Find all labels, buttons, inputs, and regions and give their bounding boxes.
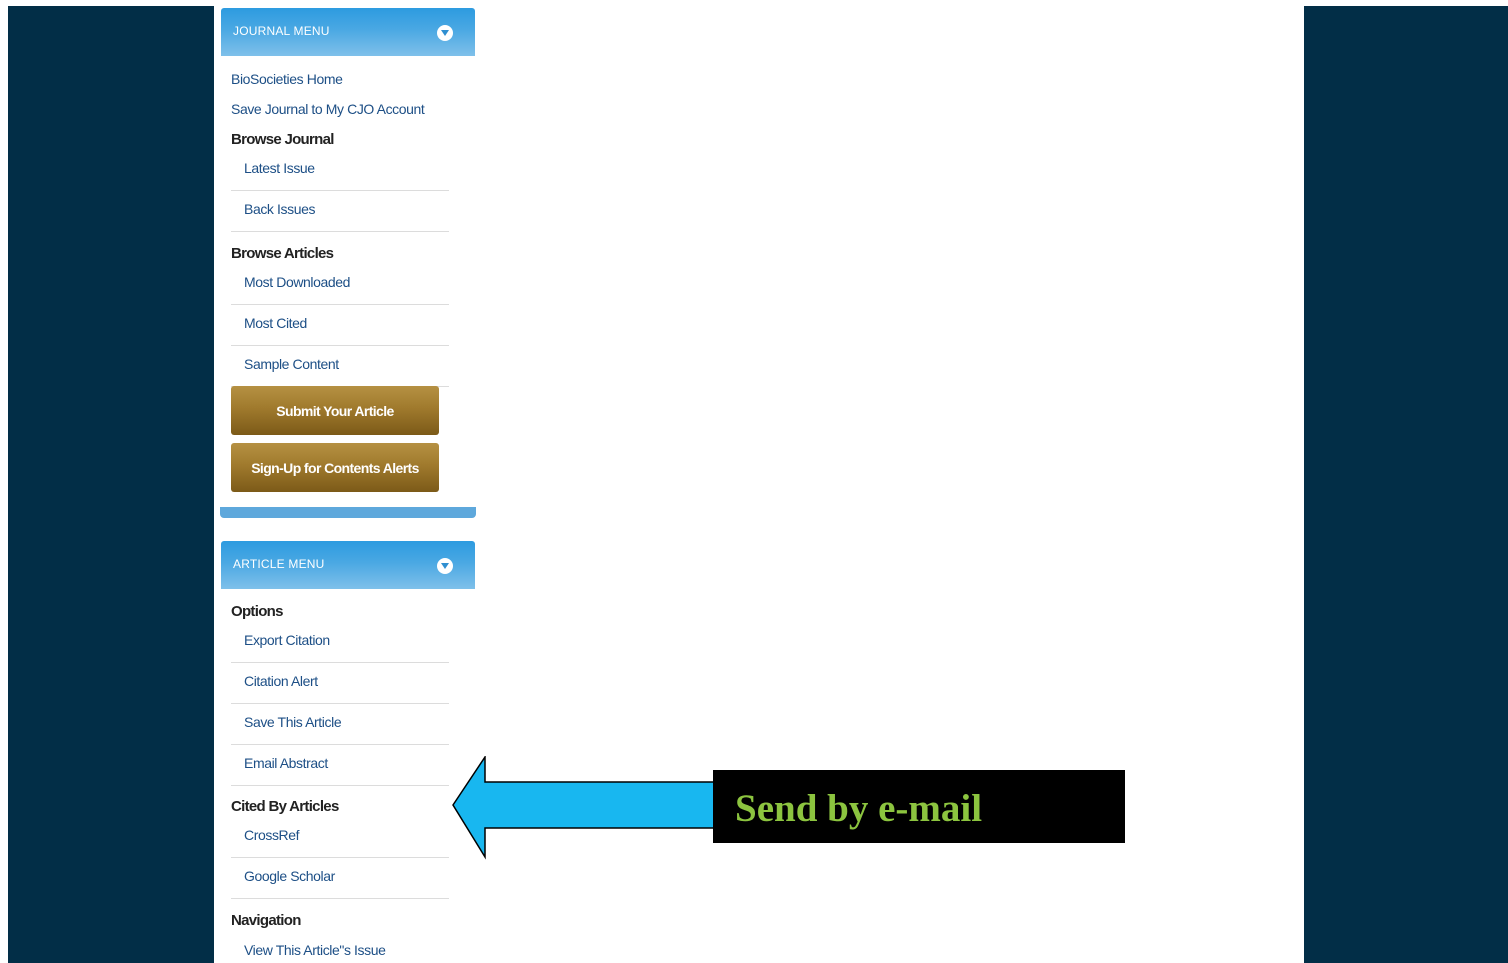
contents-alerts-button[interactable]: Sign-Up for Contents Alerts — [231, 443, 439, 492]
callout-text: Send by e-mail — [735, 787, 983, 830]
sample-content-label: Sample Content — [244, 356, 339, 372]
latest-issue-item[interactable]: Latest Issue — [231, 150, 449, 191]
send-email-callout: Send by e-mail — [713, 770, 1125, 843]
journal-menu-footer — [220, 507, 476, 518]
journal-menu-header[interactable]: JOURNAL MENU — [221, 8, 475, 56]
back-issues-label: Back Issues — [244, 201, 316, 217]
article-menu-header[interactable]: ARTICLE MENU — [221, 541, 475, 589]
most-downloaded-item[interactable]: Most Downloaded — [231, 264, 449, 305]
save-journal-link[interactable]: Save Journal to My CJO Account — [231, 101, 425, 117]
chevron-down-icon[interactable] — [437, 25, 453, 41]
save-article-label: Save This Article — [244, 714, 342, 730]
most-downloaded-label: Most Downloaded — [244, 274, 351, 290]
view-issue-link[interactable]: View This Article"s Issue — [244, 942, 386, 958]
right-background-band — [1304, 6, 1508, 963]
email-abstract-item[interactable]: Email Abstract — [231, 745, 449, 786]
save-article-item[interactable]: Save This Article — [231, 704, 449, 745]
browse-articles-heading: Browse Articles — [231, 245, 334, 262]
citation-alert-label: Citation Alert — [244, 673, 318, 689]
sample-content-item[interactable]: Sample Content — [231, 346, 449, 387]
export-citation-label: Export Citation — [244, 632, 330, 648]
article-menu-title: ARTICLE MENU — [233, 557, 325, 571]
crossref-label: CrossRef — [244, 827, 300, 843]
navigation-heading: Navigation — [231, 912, 301, 929]
chevron-down-icon[interactable] — [437, 558, 453, 574]
left-background-band — [8, 6, 214, 963]
submit-article-button[interactable]: Submit Your Article — [231, 386, 439, 435]
arrow-left-icon — [452, 756, 715, 860]
google-scholar-label: Google Scholar — [244, 868, 335, 884]
most-cited-item[interactable]: Most Cited — [231, 305, 449, 346]
back-issues-item[interactable]: Back Issues — [231, 191, 449, 232]
options-heading: Options — [231, 603, 283, 620]
most-cited-label: Most Cited — [244, 315, 307, 331]
journal-menu-title: JOURNAL MENU — [233, 24, 330, 38]
google-scholar-item[interactable]: Google Scholar — [231, 858, 449, 899]
email-abstract-label: Email Abstract — [244, 755, 328, 771]
browse-journal-heading: Browse Journal — [231, 131, 334, 148]
citation-alert-item[interactable]: Citation Alert — [231, 663, 449, 704]
export-citation-item[interactable]: Export Citation — [231, 622, 449, 663]
crossref-item[interactable]: CrossRef — [231, 817, 449, 858]
cited-by-heading: Cited By Articles — [231, 798, 339, 815]
biosocieties-home-link[interactable]: BioSocieties Home — [231, 71, 343, 87]
latest-issue-label: Latest Issue — [244, 160, 315, 176]
page-top-strip — [0, 0, 1508, 6]
